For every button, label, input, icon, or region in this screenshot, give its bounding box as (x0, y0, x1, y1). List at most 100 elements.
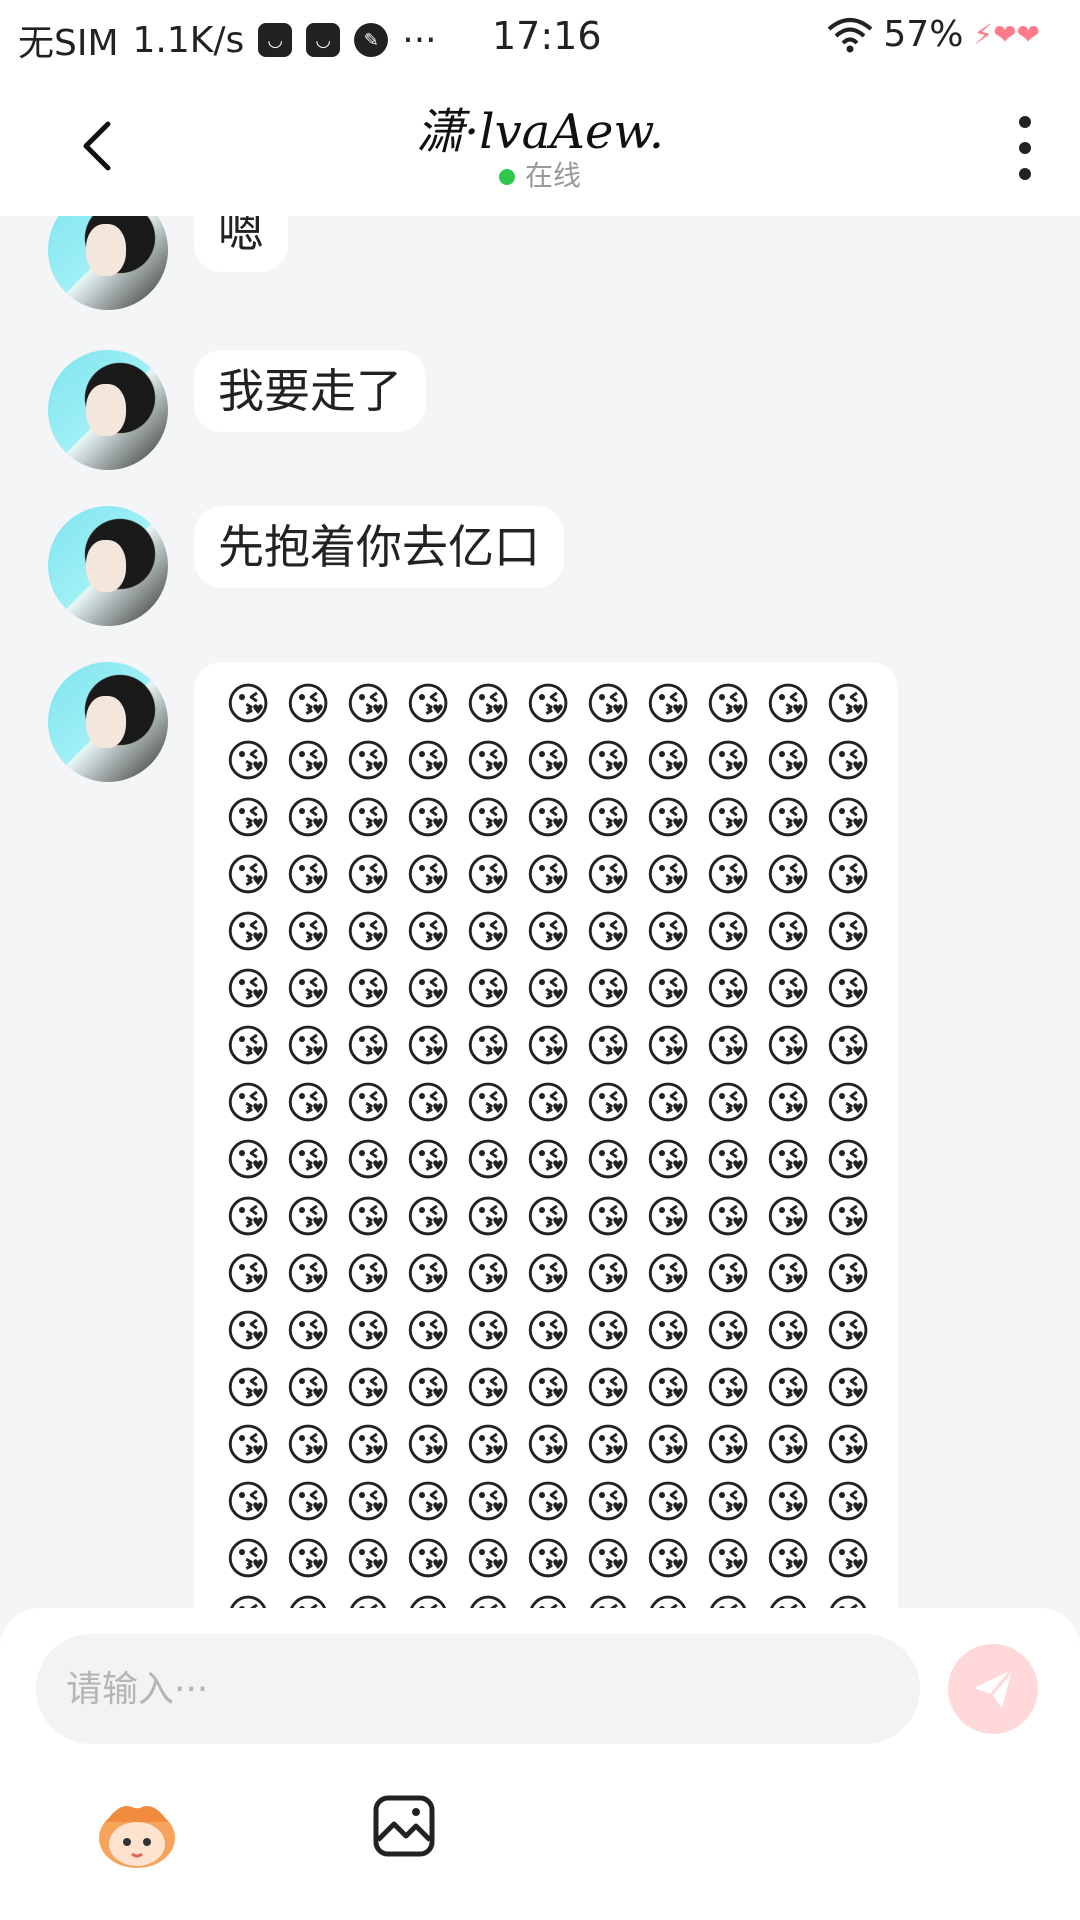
kiss-emoji: 😘 (345, 793, 391, 844)
kiss-emoji: 😘 (585, 1249, 631, 1300)
kiss-emoji: 😘 (225, 1477, 271, 1528)
image-icon[interactable] (372, 1794, 436, 1858)
kiss-emoji: 😘 (825, 1135, 871, 1186)
online-dot-icon (498, 169, 515, 185)
kiss-emoji: 😘 (525, 1363, 571, 1414)
kiss-emoji: 😘 (585, 1021, 631, 1072)
send-button[interactable] (948, 1644, 1038, 1734)
kiss-emoji: 😘 (225, 736, 271, 787)
kiss-emoji: 😘 (285, 793, 331, 844)
kiss-emoji: 😘 (405, 964, 451, 1015)
kiss-emoji: 😘 (285, 1078, 331, 1129)
kiss-emoji: 😘 (225, 907, 271, 958)
kiss-emoji: 😘 (645, 1477, 691, 1528)
message-input[interactable] (36, 1634, 920, 1744)
status-bar: 无SIM 1.1K/s ◡ ◡ ✎ ··· 17:16 57% ⚡❤❤ (0, 0, 1080, 76)
kiss-emoji: 😘 (585, 679, 631, 730)
kiss-emoji: 😘 (218, 1588, 278, 1608)
kiss-emoji: 😘 (585, 736, 631, 787)
kiss-emoji: 😘 (405, 679, 451, 730)
kiss-emoji: 😘 (465, 1249, 511, 1300)
message-bubble[interactable]: 我要走了 (194, 350, 426, 432)
kiss-emoji: 😘 (765, 1192, 811, 1243)
kiss-emoji: 😘 (405, 1363, 451, 1414)
kiss-emoji: 😘 (345, 850, 391, 901)
kiss-emoji: 😘 (345, 1363, 391, 1414)
kiss-emoji: 😘 (285, 964, 331, 1015)
kiss-emoji: 😘 (465, 964, 511, 1015)
kiss-emoji: 😘 (705, 1306, 751, 1357)
kiss-emoji: 😘 (225, 1363, 271, 1414)
kiss-emoji: 😘 (765, 1078, 811, 1129)
kiss-emoji: 😘 (398, 1588, 458, 1608)
message-bubble[interactable]: 先抱着你去亿口 (194, 506, 564, 588)
kiss-emoji: 😘 (585, 1420, 631, 1471)
kiss-emoji: 😘 (465, 907, 511, 958)
kiss-emoji: 😘 (345, 1306, 391, 1357)
kiss-emoji: 😘 (585, 1192, 631, 1243)
kiss-emoji: 😘 (705, 1078, 751, 1129)
avatar[interactable] (48, 216, 168, 310)
kiss-emoji: 😘 (705, 907, 751, 958)
kiss-emoji: 😘 (705, 1021, 751, 1072)
kiss-emoji: 😘 (765, 1534, 811, 1585)
kiss-emoji: 😘 (345, 1135, 391, 1186)
kiss-emoji: 😘 (405, 1135, 451, 1186)
message-bubble[interactable]: 嗯 (194, 216, 288, 272)
kiss-emoji: 😘 (825, 679, 871, 730)
kiss-emoji: 😘 (585, 793, 631, 844)
kiss-emoji: 😘 (758, 1588, 818, 1608)
kiss-emoji: 😘 (765, 793, 811, 844)
sticker-mascot-icon[interactable] (92, 1792, 182, 1872)
chat-header: 潇·lvaAew. 在线 (0, 76, 1080, 216)
kiss-emoji: 😘 (705, 1192, 751, 1243)
kiss-emoji: 😘 (585, 1534, 631, 1585)
kiss-emoji: 😘 (705, 793, 751, 844)
kiss-emoji: 😘 (765, 1306, 811, 1357)
emoji-message-bubble[interactable]: 😘 😘 😘 😘 😘 😘 😘 😘 😘 😘 😘 😘 😘 😘 😘 😘 😘 😘 😘 😘 😘 😘 😘 😘 😘 😘 😘 😘 😘 😘 😘 😘 😘 😘 😘 😘 😘 😘 😘 😘… (194, 662, 898, 1608)
kiss-emoji: 😘 (345, 1420, 391, 1471)
kiss-emoji: 😘 (525, 1249, 571, 1300)
kiss-emoji: 😘 (225, 1021, 271, 1072)
battery-percent: 57% (883, 14, 964, 55)
message-list[interactable]: 嗯 我要走了 先抱着你去亿口 😘 😘 😘 😘 😘 😘 😘 😘 😘 😘 😘 😘 😘 😘 😘 😘 😘 😘 😘 😘 😘 😘 😘 😘 😘… (0, 216, 1080, 1608)
kiss-emoji: 😘 (645, 907, 691, 958)
kiss-emoji: 😘 (225, 1249, 271, 1300)
kiss-emoji: 😘 (645, 850, 691, 901)
kiss-emoji: 😘 (705, 1135, 751, 1186)
avatar[interactable] (48, 350, 168, 470)
kiss-emoji: 😘 (405, 850, 451, 901)
kiss-emoji: 😘 (345, 1534, 391, 1585)
kiss-emoji: 😘 (525, 679, 571, 730)
kiss-emoji: 😘 (285, 1420, 331, 1471)
kiss-emoji: 😘 (465, 1477, 511, 1528)
kiss-emoji: 😘 (525, 850, 571, 901)
kiss-emoji: 😘 (518, 1588, 578, 1608)
kiss-emoji: 😘 (825, 1078, 871, 1129)
kiss-emoji: 😘 (585, 1135, 631, 1186)
kiss-emoji: 😘 (698, 1588, 758, 1608)
kiss-emoji: 😘 (285, 1477, 331, 1528)
kiss-emoji: 😘 (405, 1420, 451, 1471)
avatar[interactable] (48, 662, 168, 782)
dot-icon (1019, 142, 1031, 154)
kiss-emoji: 😘 (705, 1420, 751, 1471)
network-speed: 1.1K/s (132, 19, 245, 61)
kiss-emoji: 😘 (345, 1021, 391, 1072)
send-icon (974, 1669, 1014, 1708)
kiss-emoji: 😘 (525, 1078, 571, 1129)
kiss-emoji: 😘 (705, 1363, 751, 1414)
kiss-emoji: 😘 (705, 964, 751, 1015)
kiss-emoji: 😘 (705, 1534, 751, 1585)
kiss-emoji: 😘 (765, 679, 811, 730)
kiss-emoji: 😘 (525, 736, 571, 787)
kiss-emoji: 😘 (345, 1192, 391, 1243)
kiss-emoji: 😘 (638, 1588, 698, 1608)
avatar[interactable] (48, 506, 168, 626)
composer (0, 1608, 1080, 1920)
kiss-emoji: 😘 (338, 1588, 398, 1608)
kiss-emoji: 😘 (225, 964, 271, 1015)
more-notifications: ··· (402, 19, 437, 61)
kiss-emoji: 😘 (345, 1477, 391, 1528)
more-options-button[interactable] (1010, 116, 1040, 180)
